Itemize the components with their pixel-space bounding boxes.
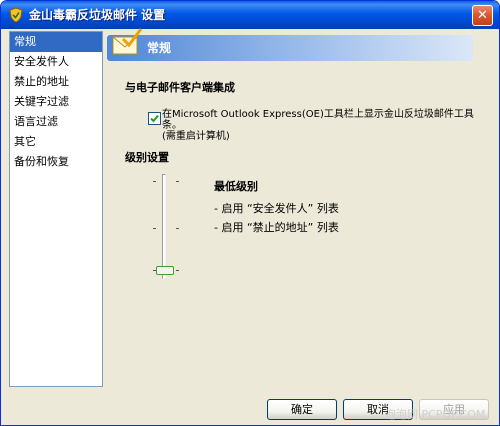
watermark: 泡泡网 PCPOP.COM <box>385 408 486 421</box>
sidebar-item-general[interactable]: 常规 <box>10 32 102 52</box>
settings-window: 金山毒霸反垃圾邮件 设置 ✕ 常规 安全发件人 禁止的地址 关键字过滤 语言过滤… <box>0 0 500 426</box>
outlook-toolbar-checkbox[interactable] <box>148 112 161 125</box>
envelope-check-icon <box>112 28 143 55</box>
outlook-toolbar-label[interactable]: 在Microsoft Outlook Express(OE)工具栏上显示金山反垃… <box>162 109 482 142</box>
section-header: 常规 <box>107 28 473 61</box>
settings-category-list: 常规 安全发件人 禁止的地址 关键字过滤 语言过滤 其它 备份和恢复 <box>9 31 103 387</box>
checkmark-icon <box>150 114 159 123</box>
slider-tick <box>153 228 156 229</box>
outlook-toolbar-label-line2: (需重启计算机) <box>162 131 230 142</box>
integration-section-title: 与电子邮件客户端集成 <box>125 81 235 94</box>
window-title: 金山毒霸反垃圾邮件 设置 <box>29 8 166 22</box>
sidebar-item-blocked-addresses[interactable]: 禁止的地址 <box>10 72 102 92</box>
close-button[interactable]: ✕ <box>472 5 493 26</box>
sidebar-item-backup-restore[interactable]: 备份和恢复 <box>10 152 102 172</box>
level-detail: - 启用 “安全发件人” 列表 <box>214 202 339 215</box>
sidebar-item-language-filter[interactable]: 语言过滤 <box>10 112 102 132</box>
title-bar[interactable]: 金山毒霸反垃圾邮件 设置 ✕ <box>1 1 499 29</box>
sidebar-item-keyword-filter[interactable]: 关键字过滤 <box>10 92 102 112</box>
app-shield-icon <box>9 7 23 23</box>
slider-tick <box>176 228 179 229</box>
sidebar-item-other[interactable]: 其它 <box>10 132 102 152</box>
slider-tick <box>176 181 179 182</box>
slider-tick <box>153 181 156 182</box>
level-section-title: 级别设置 <box>125 151 169 164</box>
level-name: 最低级别 <box>214 180 258 193</box>
level-detail: - 启用 “禁止的地址” 列表 <box>214 221 339 234</box>
outlook-toolbar-label-line1: 在Microsoft Outlook Express(OE)工具栏上显示金山反垃… <box>162 109 474 131</box>
slider-track <box>162 174 166 279</box>
ok-button[interactable]: 确定 <box>267 399 337 420</box>
sidebar-item-safe-senders[interactable]: 安全发件人 <box>10 52 102 72</box>
section-title: 常规 <box>147 41 172 55</box>
close-icon: ✕ <box>477 8 488 23</box>
slider-tick <box>176 270 179 271</box>
slider-thumb[interactable] <box>156 266 174 275</box>
